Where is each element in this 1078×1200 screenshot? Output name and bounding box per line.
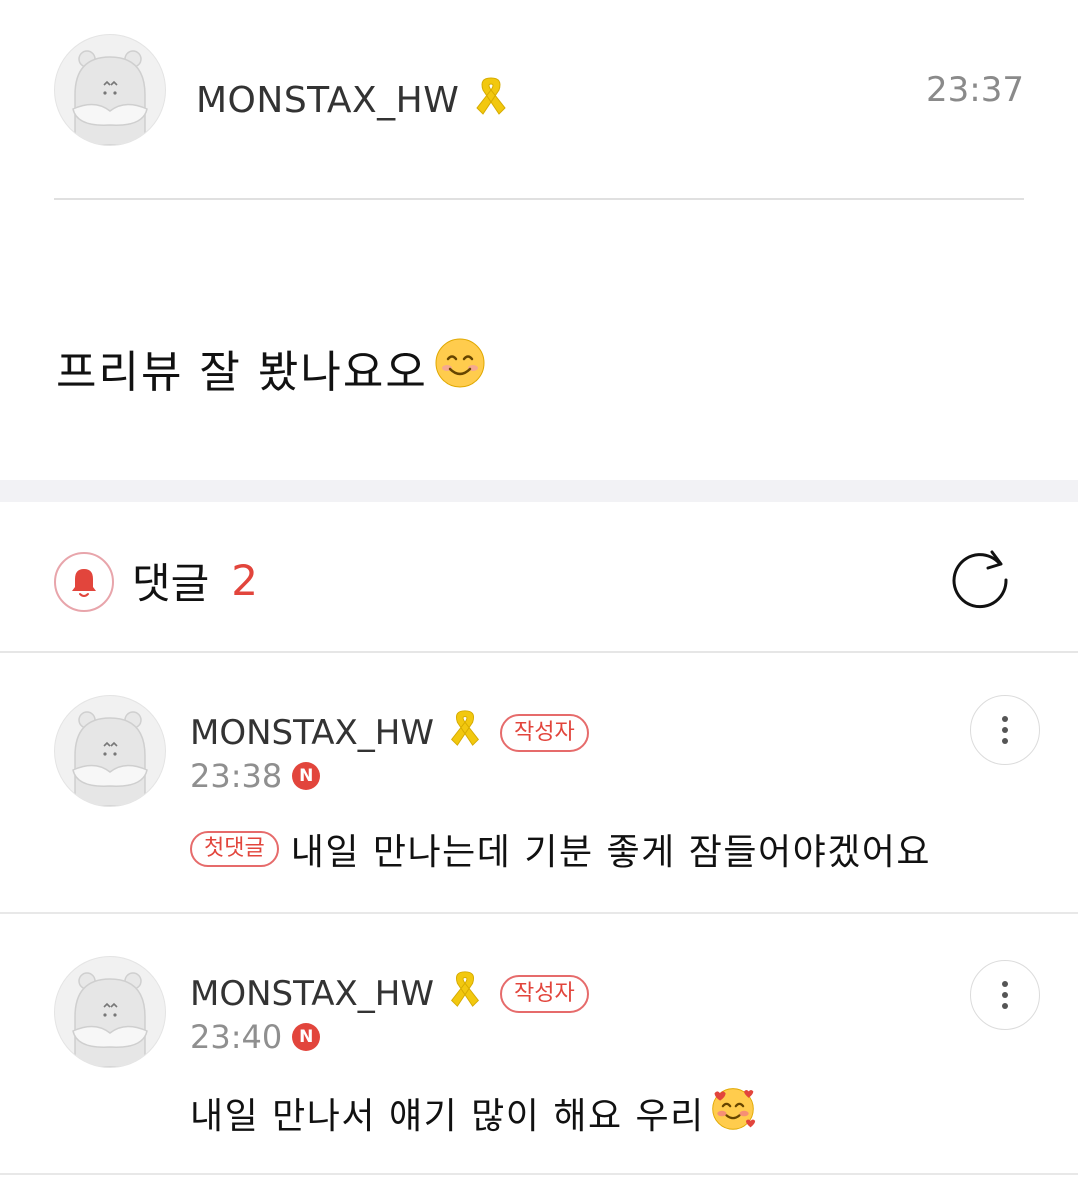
avatar[interactable] xyxy=(54,956,166,1068)
comment-text-row: 내일 만나서 얘기 많이 해요 우리 xyxy=(190,1084,757,1141)
first-comment-badge: 첫댓글 xyxy=(190,831,279,867)
more-vertical-icon xyxy=(1002,981,1008,987)
refresh-icon xyxy=(952,550,1008,609)
yellow-ribbon-icon xyxy=(444,968,486,1019)
comment-author[interactable]: MONSTAX_HW 작성자 xyxy=(190,968,589,1019)
comment-text: 내일 만나서 얘기 많이 해요 우리 xyxy=(190,1095,705,1137)
comments-header: 댓글 2 xyxy=(132,552,258,608)
more-vertical-icon xyxy=(1002,716,1008,722)
post-author[interactable]: MONSTAX_HW xyxy=(196,74,513,127)
yellow-ribbon-icon xyxy=(444,707,486,758)
author-badge: 작성자 xyxy=(499,713,589,752)
new-badge: N xyxy=(292,762,321,790)
comments-count: 2 xyxy=(231,555,259,605)
comment-author-name[interactable]: MONSTAX_HW xyxy=(190,974,434,1014)
post-author-name[interactable]: MONSTAX_HW xyxy=(196,80,459,121)
more-options-button[interactable] xyxy=(970,960,1040,1030)
avatar[interactable] xyxy=(54,695,166,807)
hamster-avatar-icon xyxy=(72,50,148,145)
yellow-ribbon-icon xyxy=(469,74,513,127)
smiling-face-with-hearts-emoji xyxy=(709,1084,757,1141)
post-body: 프리뷰 잘 봤나요오 xyxy=(56,336,486,400)
comment-time: 23:38 xyxy=(190,757,283,795)
comment-time-row: 23:38 N xyxy=(190,757,321,795)
divider xyxy=(54,198,1024,200)
more-options-button[interactable] xyxy=(970,695,1040,765)
post-time: 23:37 xyxy=(926,70,1024,110)
comment-text: 내일 만나는데 기분 좋게 잠들어야겠어요 xyxy=(290,832,932,873)
notification-bell-button[interactable] xyxy=(54,552,114,612)
divider xyxy=(0,1173,1078,1175)
bell-icon xyxy=(72,569,96,597)
comment-item: MONSTAX_HW 작성자 23:38 N 첫댓글 내일 만나는데 기분 좋게… xyxy=(0,653,1078,913)
refresh-button[interactable] xyxy=(948,544,1016,612)
post-body-text: 프리뷰 잘 봤나요오 xyxy=(56,347,428,398)
smiling-face-emoji xyxy=(434,337,486,400)
comment-time: 23:40 xyxy=(190,1018,283,1056)
comments-title: 댓글 xyxy=(132,558,210,608)
section-separator xyxy=(0,480,1078,502)
comment-item: MONSTAX_HW 작성자 23:40 N 내일 만나서 얘기 많이 해요 우… xyxy=(0,914,1078,1174)
comment-author[interactable]: MONSTAX_HW 작성자 xyxy=(190,707,589,758)
hamster-avatar-icon xyxy=(72,711,148,806)
hamster-avatar-icon xyxy=(72,972,148,1067)
new-badge: N xyxy=(292,1023,321,1051)
author-badge: 작성자 xyxy=(499,974,589,1013)
comment-time-row: 23:40 N xyxy=(190,1018,321,1056)
comment-text-row: 첫댓글 내일 만나는데 기분 좋게 잠들어야겠어요 xyxy=(190,823,931,875)
avatar[interactable] xyxy=(54,34,166,146)
comment-author-name[interactable]: MONSTAX_HW xyxy=(190,713,434,753)
